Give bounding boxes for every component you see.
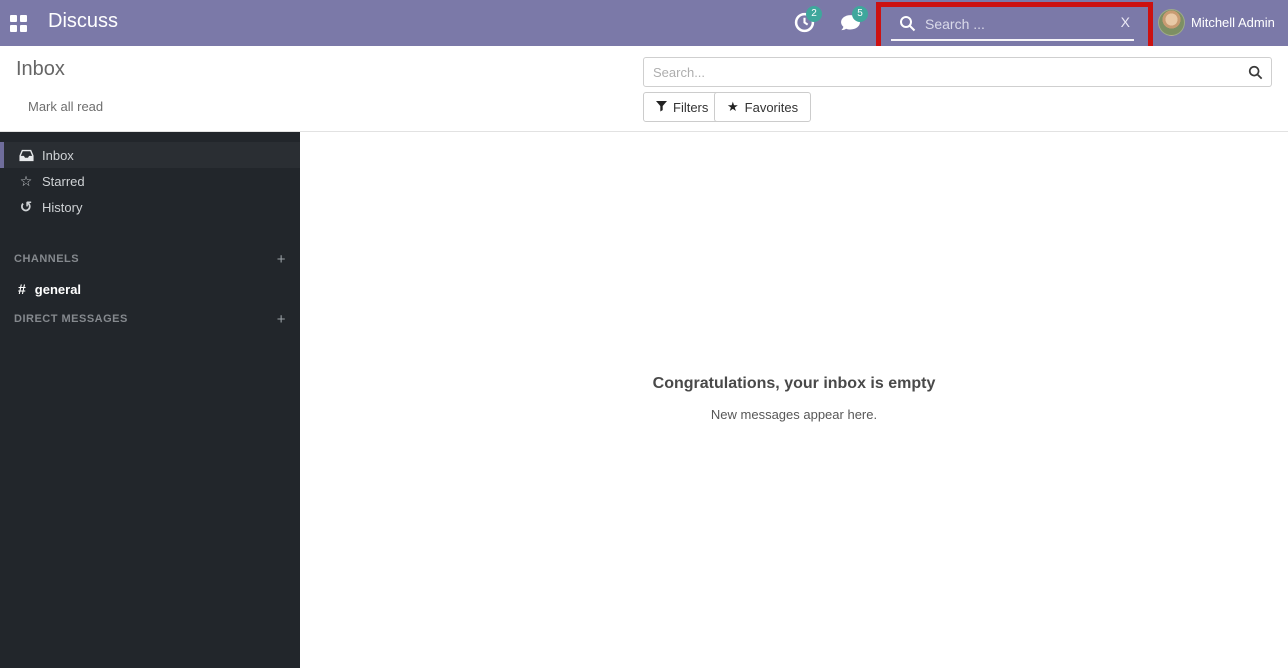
channel-name: general	[35, 282, 81, 297]
sidebar-item-label: History	[42, 200, 82, 215]
breadcrumb-title: Inbox	[16, 58, 65, 81]
sidebar-item-label: Inbox	[42, 148, 74, 163]
apps-grid-square	[10, 25, 17, 32]
favorites-label: Favorites	[745, 100, 798, 115]
content-search-input[interactable]	[644, 58, 1271, 86]
sidebar-item-inbox[interactable]: Inbox	[0, 142, 300, 168]
thread-content: Congratulations, your inbox is empty New…	[300, 132, 1288, 668]
navbar-search-highlight-box[interactable]: X	[876, 2, 1153, 52]
messages-systray-button[interactable]: 5	[840, 6, 874, 38]
sidebar-item-starred[interactable]: ☆ Starred	[0, 168, 300, 194]
discuss-sidebar: Inbox ☆ Starred ↺ History CHANNELS + # g…	[0, 132, 300, 668]
apps-grid-square	[10, 15, 17, 22]
star-outline-icon: ☆	[18, 173, 34, 190]
star-icon: ★	[727, 99, 739, 115]
add-direct-message-icon[interactable]: +	[277, 311, 286, 328]
channels-header-label: CHANNELS	[14, 253, 79, 265]
add-channel-icon[interactable]: +	[277, 251, 286, 268]
dm-header-label: DIRECT MESSAGES	[14, 313, 128, 325]
navbar-search-input[interactable]	[925, 13, 1105, 35]
favorites-button[interactable]: ★ Favorites	[714, 92, 811, 122]
sidebar-item-history[interactable]: ↺ History	[0, 194, 300, 220]
activities-systray-button[interactable]: 2	[794, 6, 828, 38]
activity-count-badge: 2	[806, 6, 822, 22]
direct-messages-section-header[interactable]: DIRECT MESSAGES +	[0, 310, 300, 328]
empty-state-subtitle: New messages appear here.	[300, 407, 1288, 422]
avatar	[1158, 9, 1185, 36]
inbox-icon	[18, 149, 34, 162]
filters-button[interactable]: Filters	[643, 92, 721, 122]
hash-icon: #	[18, 281, 26, 297]
message-count-badge: 5	[852, 6, 868, 22]
app-name-menu[interactable]: Discuss	[48, 10, 118, 33]
filters-label: Filters	[673, 100, 708, 115]
close-icon[interactable]: X	[1121, 14, 1130, 30]
search-icon[interactable]	[1248, 65, 1263, 85]
navbar-search: X	[881, 7, 1148, 47]
search-underline	[891, 39, 1134, 41]
apps-grid-square	[20, 25, 27, 32]
filter-funnel-icon	[656, 100, 667, 115]
top-navbar: Discuss 2 5 X	[0, 0, 1288, 46]
apps-menu-icon[interactable]	[10, 15, 27, 32]
sidebar-item-label: Starred	[42, 174, 85, 189]
content-search-bar[interactable]	[643, 57, 1272, 87]
user-name: Mitchell Admin	[1191, 15, 1275, 30]
control-panel: Inbox Mark all read Filters ★ Favorites	[0, 46, 1288, 132]
apps-grid-square	[20, 15, 27, 22]
sidebar-channel-general[interactable]: # general	[0, 276, 300, 302]
history-icon: ↺	[18, 198, 34, 216]
mailbox-list: Inbox ☆ Starred ↺ History	[0, 132, 300, 220]
channels-section-header[interactable]: CHANNELS +	[0, 250, 300, 268]
mark-all-read-button[interactable]: Mark all read	[28, 99, 103, 114]
empty-state-title: Congratulations, your inbox is empty	[300, 375, 1288, 393]
